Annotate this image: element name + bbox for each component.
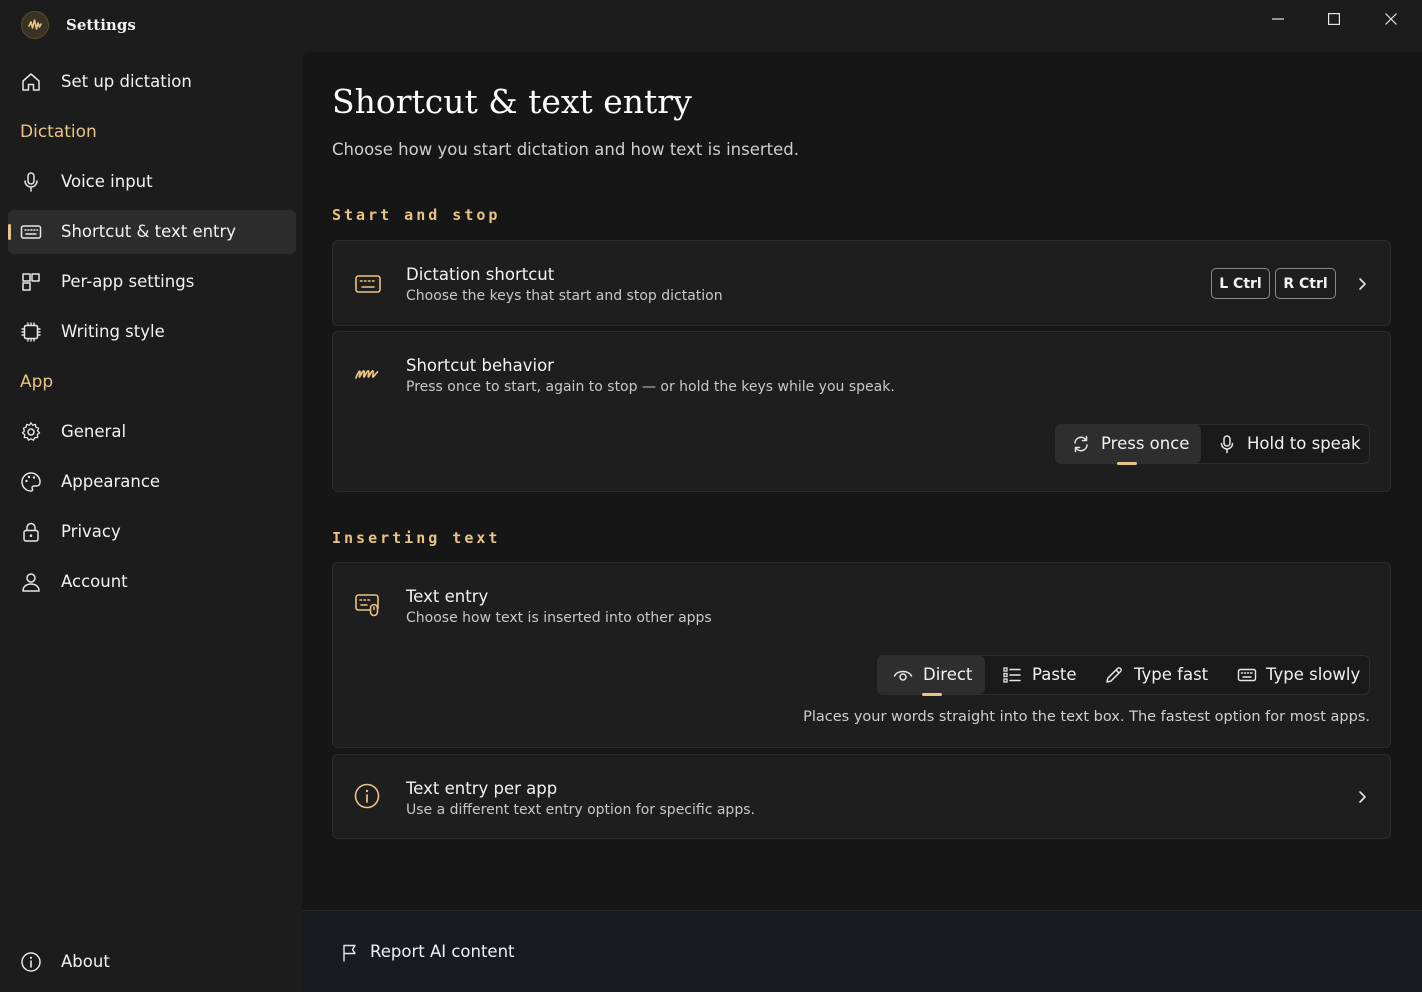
text-entry-title: Text entry <box>406 587 489 606</box>
option-hold-to-speak[interactable]: Hold to speak <box>1201 425 1369 463</box>
shortcut-behavior-selector: Press once Hold to speak <box>1055 424 1370 465</box>
minimize-icon <box>1272 18 1284 20</box>
option-label: Hold to speak <box>1247 434 1361 453</box>
dictation-shortcut-title: Dictation shortcut <box>406 265 555 284</box>
shortcut-behavior-title: Shortcut behavior <box>406 356 554 375</box>
chevron-right-icon <box>1352 787 1372 807</box>
report-ai-content-label: Report AI content <box>370 942 515 961</box>
keyboard-icon <box>20 221 42 243</box>
sidebar-section-dictation: Dictation <box>20 122 97 142</box>
home-icon <box>20 71 42 93</box>
sidebar-item-label: Privacy <box>61 522 121 541</box>
option-type-slowly[interactable]: Type slowly <box>1223 656 1369 694</box>
lock-icon <box>20 521 42 543</box>
page-title: Shortcut & text entry <box>332 82 692 121</box>
person-icon <box>20 571 42 593</box>
text-entry-hint: Places your words straight into the text… <box>803 709 1370 725</box>
keyboard-icon <box>1237 665 1257 685</box>
microphone-icon <box>1217 434 1237 454</box>
title-bar: Settings <box>0 0 1422 52</box>
sidebar-item-label: Account <box>61 572 128 591</box>
sidebar-item-label: Per-app settings <box>61 272 195 291</box>
main-content: Shortcut & text entry Choose how you sta… <box>302 52 1422 910</box>
sidebar-item-privacy[interactable]: Privacy <box>8 510 296 554</box>
text-entry-per-app-card[interactable]: Text entry per app Use a different text … <box>332 754 1391 839</box>
section-heading-inserting-text: Inserting text <box>332 529 501 547</box>
repeat-icon <box>1071 434 1091 454</box>
shortcut-behavior-card: Shortcut behavior Press once to start, a… <box>332 331 1391 492</box>
dictation-shortcut-description: Choose the keys that start and stop dict… <box>406 288 723 304</box>
option-type-fast[interactable]: Type fast <box>1091 656 1217 694</box>
sidebar-item-label: About <box>61 952 110 971</box>
sidebar: Set up dictation Dictation Voice input S… <box>0 52 302 992</box>
option-press-once[interactable]: Press once <box>1056 425 1201 465</box>
option-direct[interactable]: Direct <box>878 656 985 696</box>
dictation-shortcut-card[interactable]: Dictation shortcut Choose the keys that … <box>332 240 1391 326</box>
handwriting-icon <box>353 359 383 389</box>
page-subtitle: Choose how you start dictation and how t… <box>332 140 799 159</box>
sidebar-item-per-app-settings[interactable]: Per-app settings <box>8 260 296 304</box>
sidebar-section-app: App <box>20 372 54 392</box>
sidebar-item-shortcut-text-entry[interactable]: Shortcut & text entry <box>8 210 296 254</box>
keyboard-icon <box>353 269 383 299</box>
selection-indicator <box>1117 462 1137 465</box>
palette-icon <box>20 471 42 493</box>
selection-indicator <box>922 693 942 696</box>
minimize-button[interactable] <box>1250 0 1306 38</box>
maximize-button[interactable] <box>1306 0 1362 38</box>
key-badge-right-ctrl: R Ctrl <box>1275 268 1336 299</box>
list-icon <box>1002 665 1022 685</box>
text-entry-card: Text entry Choose how text is inserted i… <box>332 562 1391 748</box>
sidebar-item-set-up-dictation[interactable]: Set up dictation <box>8 60 296 104</box>
section-heading-start-stop: Start and stop <box>332 206 501 224</box>
sidebar-item-label: Writing style <box>61 322 165 341</box>
key-badge-left-ctrl: L Ctrl <box>1211 268 1270 299</box>
shortcut-behavior-description: Press once to start, again to stop — or … <box>406 379 895 395</box>
option-label: Type fast <box>1134 665 1209 684</box>
sidebar-item-label: General <box>61 422 127 441</box>
info-icon <box>353 782 383 812</box>
text-entry-description: Choose how text is inserted into other a… <box>406 610 712 626</box>
apps-icon <box>20 271 42 293</box>
text-entry-per-app-title: Text entry per app <box>406 779 558 798</box>
option-label: Type slowly <box>1266 665 1361 684</box>
sidebar-item-label: Appearance <box>61 472 161 491</box>
info-icon <box>20 951 42 973</box>
sidebar-item-account[interactable]: Account <box>8 560 296 604</box>
text-entry-per-app-description: Use a different text entry option for sp… <box>406 802 755 818</box>
gear-icon <box>20 421 42 443</box>
window-title: Settings <box>66 16 136 34</box>
sidebar-item-voice-input[interactable]: Voice input <box>8 160 296 204</box>
close-icon <box>1385 13 1397 25</box>
microphone-icon <box>20 171 42 193</box>
maximize-icon <box>1328 13 1340 25</box>
sidebar-item-general[interactable]: General <box>8 410 296 454</box>
sidebar-item-label: Voice input <box>61 172 153 191</box>
sidebar-item-label: Set up dictation <box>61 72 192 91</box>
sidebar-item-about[interactable]: About <box>8 940 296 984</box>
pencil-icon <box>1104 665 1124 685</box>
sidebar-item-writing-style[interactable]: Writing style <box>8 310 296 354</box>
footer: Report AI content <box>302 910 1422 992</box>
option-label: Paste <box>1032 665 1077 684</box>
option-label: Press once <box>1101 434 1190 453</box>
close-button[interactable] <box>1363 0 1419 38</box>
flag-icon <box>340 943 360 963</box>
keyboard-pointer-icon <box>353 590 383 620</box>
eye-icon <box>893 665 913 685</box>
option-paste[interactable]: Paste <box>988 656 1084 694</box>
chip-icon <box>20 321 42 343</box>
sidebar-item-appearance[interactable]: Appearance <box>8 460 296 504</box>
option-label: Direct <box>923 665 973 684</box>
chevron-right-icon <box>1352 274 1372 294</box>
app-logo-icon <box>21 11 49 39</box>
text-entry-selector: Direct Paste Type fast Type slowly <box>877 655 1370 696</box>
sidebar-item-label: Shortcut & text entry <box>61 222 237 241</box>
